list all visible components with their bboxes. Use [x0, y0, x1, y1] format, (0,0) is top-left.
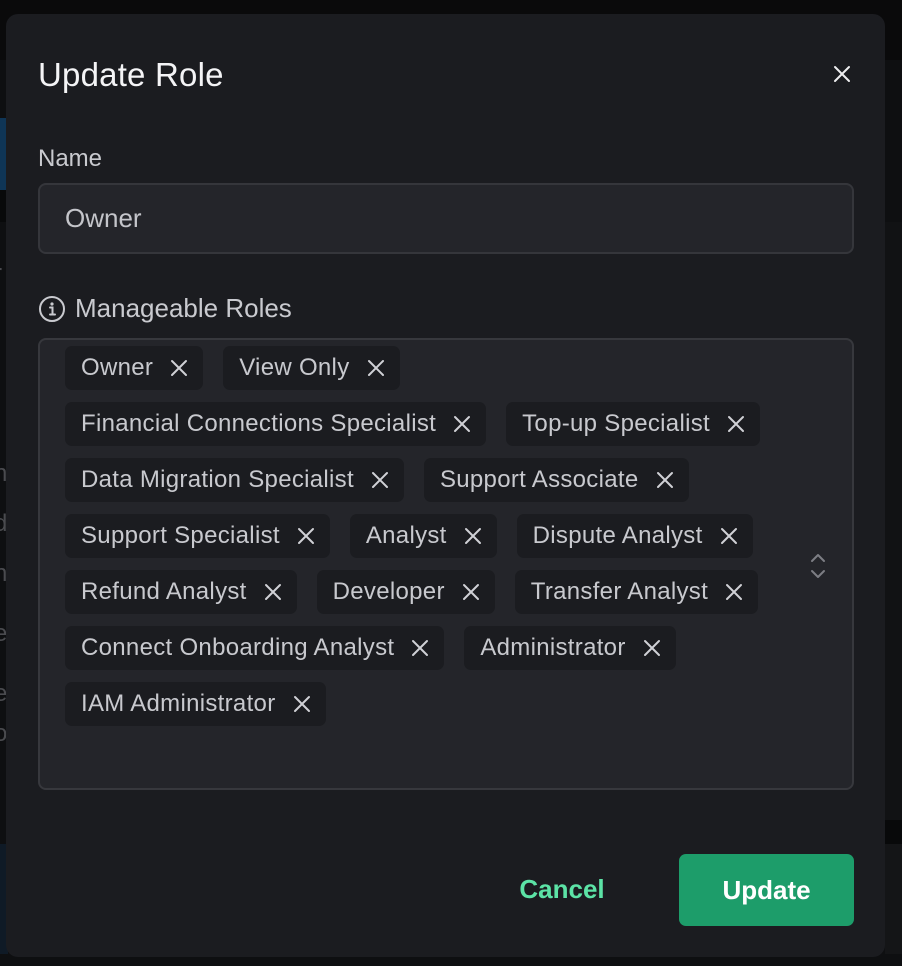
role-tag: Refund Analyst: [65, 570, 297, 614]
close-icon: [371, 472, 388, 488]
role-tag: Connect Onboarding Analyst: [65, 626, 445, 670]
role-tag: Analyst: [349, 514, 497, 558]
role-tag: Transfer Analyst: [514, 570, 759, 614]
role-tag-label: Dispute Analyst: [532, 522, 703, 549]
close-icon: [720, 528, 737, 544]
close-button[interactable]: [828, 60, 856, 88]
role-tag: IAM Administrator: [65, 682, 326, 726]
remove-role-button[interactable]: [263, 582, 283, 602]
manageable-roles-label-text: Manageable Roles: [75, 293, 292, 323]
remove-role-button[interactable]: [410, 638, 430, 658]
update-button[interactable]: Update: [679, 854, 854, 926]
remove-role-button[interactable]: [724, 582, 744, 602]
remove-role-button[interactable]: [719, 526, 739, 546]
close-icon: [454, 416, 471, 432]
role-tag: Top-up Specialist: [506, 402, 760, 446]
close-icon: [297, 528, 314, 544]
role-tag-label: Analyst: [365, 522, 447, 549]
close-icon: [656, 472, 673, 488]
close-icon: [728, 416, 744, 432]
remove-role-button[interactable]: [296, 526, 316, 546]
role-tag-label: Data Migration Specialist: [81, 466, 354, 493]
close-icon: [464, 528, 481, 544]
role-tag: View Only: [223, 346, 400, 390]
name-input[interactable]: [38, 183, 854, 254]
role-tag-label: Top-up Specialist: [522, 410, 710, 437]
role-tag-label: Transfer Analyst: [530, 578, 709, 605]
close-icon: [412, 640, 429, 656]
role-tag-label: IAM Administrator: [81, 690, 276, 717]
cancel-button[interactable]: Cancel: [497, 854, 627, 925]
role-tag: Administrator: [464, 626, 676, 670]
background-band: [885, 820, 902, 844]
remove-role-button[interactable]: [452, 414, 472, 434]
role-tag: Owner: [65, 346, 204, 390]
remove-role-button[interactable]: [169, 358, 189, 378]
update-role-dialog: Update Role Name Manageable Roles Owner V…: [6, 14, 885, 957]
background-letter: r: [0, 262, 2, 286]
role-tag-label: Owner: [81, 354, 154, 381]
close-icon: [643, 640, 660, 656]
name-label: Name: [38, 145, 103, 172]
background-panel: [885, 222, 902, 820]
remove-role-button[interactable]: [463, 526, 483, 546]
role-tag-label: Support Associate: [439, 466, 639, 493]
manageable-roles-label: Manageable Roles: [38, 293, 292, 324]
remove-role-button[interactable]: [461, 582, 481, 602]
close-icon: [367, 360, 384, 376]
info-icon[interactable]: [38, 295, 66, 323]
role-tag-label: Developer: [332, 578, 445, 605]
role-tag: Dispute Analyst: [516, 514, 753, 558]
background-panel: [885, 844, 902, 954]
close-icon: [264, 584, 281, 600]
close-icon: [293, 696, 310, 712]
role-tag: Support Specialist: [65, 514, 330, 558]
role-tag-label: Connect Onboarding Analyst: [81, 634, 395, 661]
remove-role-button[interactable]: [292, 694, 312, 714]
role-tag-label: View Only: [239, 354, 350, 381]
dialog-title: Update Role: [38, 56, 224, 93]
role-tag: Developer: [316, 570, 495, 614]
role-tag-label: Administrator: [480, 634, 626, 661]
manageable-roles-multiselect[interactable]: Owner View Only Financial Connections Spec…: [38, 338, 854, 790]
remove-role-button[interactable]: [370, 470, 390, 490]
role-tag-label: Support Specialist: [81, 522, 280, 549]
role-tag: Support Associate: [423, 458, 689, 502]
selected-roles-list: Owner View Only Financial Connections Spec…: [65, 346, 785, 726]
close-icon: [171, 360, 188, 376]
remove-role-button[interactable]: [726, 414, 746, 434]
role-tag-label: Financial Connections Specialist: [81, 410, 437, 437]
role-tag: Financial Connections Specialist: [65, 402, 487, 446]
role-tag: Data Migration Specialist: [65, 458, 404, 502]
close-icon: [462, 584, 479, 600]
close-icon: [726, 584, 743, 600]
remove-role-button[interactable]: [655, 470, 675, 490]
close-icon: [834, 66, 850, 82]
role-tag-label: Refund Analyst: [81, 578, 247, 605]
remove-role-button[interactable]: [642, 638, 662, 658]
remove-role-button[interactable]: [366, 358, 386, 378]
chevron-up-down-icon[interactable]: [808, 552, 828, 580]
